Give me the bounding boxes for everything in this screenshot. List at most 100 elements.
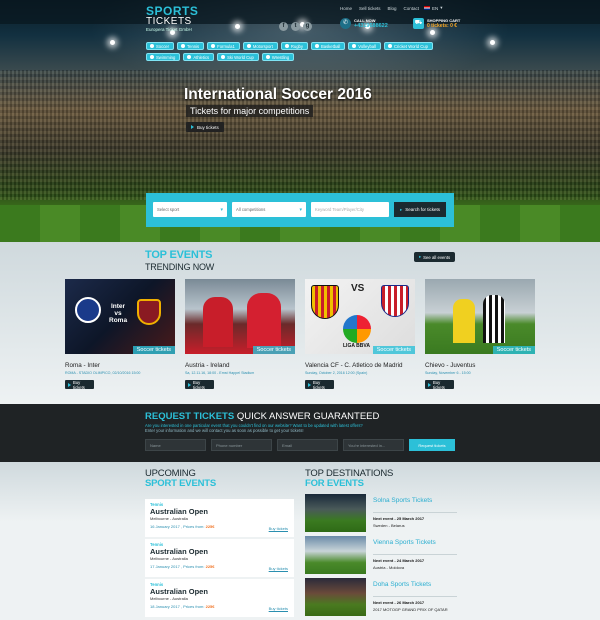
destination-item[interactable]: Doha Sports Tickets Next event - 26 Marc… [305,578,457,616]
upcoming-subtitle: SPORT EVENTS [145,478,216,489]
category-volleyball[interactable]: Volleyball [348,42,381,50]
event-card[interactable]: Soccer tickets Chievo - Juventus Sunday,… [425,279,535,390]
category-rugby[interactable]: Rugby [280,42,308,50]
price: 225€ [205,564,215,569]
hero-buy-button[interactable]: Buy tickets [186,122,224,132]
destination-name[interactable]: Doha Sports Tickets [373,581,431,588]
google-plus-icon[interactable]: g [303,22,312,31]
call-now[interactable]: ✆ CALL NOW +4319688622 [340,18,388,29]
top-events-subtitle: TRENDING NOW [145,262,215,272]
nav-home[interactable]: Home [340,6,352,11]
cart-value: 0 tickets: 0 € [427,23,458,29]
category-athletics[interactable]: Athletics [183,53,215,61]
destination-image [305,494,366,532]
chevron-down-icon: ▾ [440,5,443,10]
buy-tickets-button[interactable]: Buy tickets [425,379,454,390]
upcoming-event[interactable]: Tennis Australian Open Melbourne - Austr… [145,499,294,537]
category-label: Ski World Cup [227,54,254,60]
category-nav: Soccer Tennis Formula1 Motorsport Rugby … [146,42,446,61]
buy-tickets-button[interactable]: Buy tickets [65,379,94,390]
floodlight [110,40,115,45]
button-label: Buy tickets [73,379,85,390]
divider [373,512,457,513]
search-button[interactable]: ▸ Search for tickets [394,202,447,217]
player-figure [247,293,281,348]
category-basketball[interactable]: Basketball [310,42,346,50]
button-label: Buy tickets [433,379,445,390]
buy-tickets-button[interactable]: Buy tickets [185,379,214,390]
category-label: Motorsport [252,43,273,49]
buy-tickets-link[interactable]: Buy tickets [269,526,288,531]
event-location: Melbourne - Australia [150,556,188,561]
top-events-title: TOP EVENTS [145,249,213,261]
destination-item[interactable]: Vienna Sports Tickets Next event - 24 Ma… [305,536,457,574]
event-name: Australian Open [150,587,208,596]
header-bar [0,0,600,24]
destination-item[interactable]: Solna Sports Tickets Next event - 25 Mar… [305,494,457,532]
hero-title: International Soccer 2016 [184,86,372,103]
destination-name[interactable]: Vienna Sports Tickets [373,539,436,546]
buy-tickets-link[interactable]: Buy tickets [269,566,288,571]
event-card[interactable]: Inter vs Roma Soccer tickets Roma - Inter … [65,279,175,390]
athletics-icon [187,55,192,59]
event-tag: Soccer tickets [132,346,175,354]
name-field[interactable]: Name [145,439,206,451]
interest-field[interactable]: You're interested in... [343,439,404,451]
nav-contact[interactable]: Contact [404,6,420,11]
event-card[interactable]: Soccer tickets Austria - Ireland Sa, 12.… [185,279,295,390]
shopping-cart[interactable]: ⛟ SHOPPING CART 0 tickets: 0 € [413,18,460,29]
play-icon: ▸ [419,254,422,259]
twitter-icon[interactable]: t [291,22,300,31]
category-formula1[interactable]: Formula1 [207,42,240,50]
swimming-icon [150,55,154,59]
destination-name[interactable]: Solna Sports Tickets [373,497,432,504]
divider [373,554,457,555]
category-cricket[interactable]: Cricket World Cup [384,42,433,50]
select-label: All competitions [236,207,266,212]
destination-next-event: Next event - 25 March 2017 [373,516,425,521]
event-meta: Sa, 12.11.16, 18:00 - Ernst Happel Stadi… [185,371,255,375]
upcoming-event[interactable]: Tennis Australian Open Melbourne - Austr… [145,539,294,577]
inter-crest [75,297,101,323]
competition-select[interactable]: All competitions ▾ [232,202,306,217]
email-field[interactable]: Email [277,439,338,451]
see-all-events-button[interactable]: ▸ See all events [414,252,456,262]
bottom-section: UPCOMING SPORT EVENTS Tennis Australian … [0,462,600,620]
uk-flag-icon [424,6,430,10]
event-location: Melbourne - Australia [150,596,188,601]
category-label: Wrestling [271,54,290,60]
wrestling-icon [265,55,270,59]
category-swimming[interactable]: Swimming [146,53,181,61]
site-logo[interactable]: SPORTS TICKETS Europera Ticket GmbH [146,5,198,33]
button-label: Buy tickets [193,379,205,390]
roma-crest [137,299,161,325]
category-tennis[interactable]: Tennis [177,42,205,50]
nav-blog[interactable]: Blog [388,6,397,11]
sport-select[interactable]: Select sport ▾ [153,202,227,217]
phone-field[interactable]: Phone number [211,439,272,451]
nav-sell-tickets[interactable]: Sell tickets [359,6,381,11]
category-soccer[interactable]: Soccer [146,42,175,50]
liga-logo [343,315,371,343]
button-label: Buy tickets [197,124,219,130]
upcoming-event[interactable]: Tennis Australian Open Melbourne - Austr… [145,579,294,617]
search-panel: Select sport ▾ All competitions ▾ Keyword … [146,193,454,227]
request-tickets-button[interactable]: Request tickets [409,439,455,451]
language-selector[interactable]: EN ▾ [424,5,443,11]
play-icon [191,125,194,129]
category-wrestling[interactable]: Wrestling [261,53,295,61]
event-tag: Soccer tickets [252,346,295,354]
event-image: Soccer tickets [185,279,295,354]
request-text: Are you interested in one particular eve… [145,423,445,433]
facebook-icon[interactable]: f [279,22,288,31]
buy-tickets-button[interactable]: Buy tickets [305,380,334,390]
motorsport-icon [246,44,251,48]
category-ski[interactable]: Ski World Cup [217,53,259,61]
event-card[interactable]: VS LIGA BBVA Soccer tickets Valencia CF … [305,279,415,390]
buy-tickets-link[interactable]: Buy tickets [269,606,288,611]
category-motorsport[interactable]: Motorsport [242,42,278,50]
event-location: Melbourne - Australia [150,516,188,521]
keyword-input[interactable]: Keyword Team/Player/City [311,202,389,217]
player-figure [203,297,233,347]
category-label: Soccer [156,43,170,49]
